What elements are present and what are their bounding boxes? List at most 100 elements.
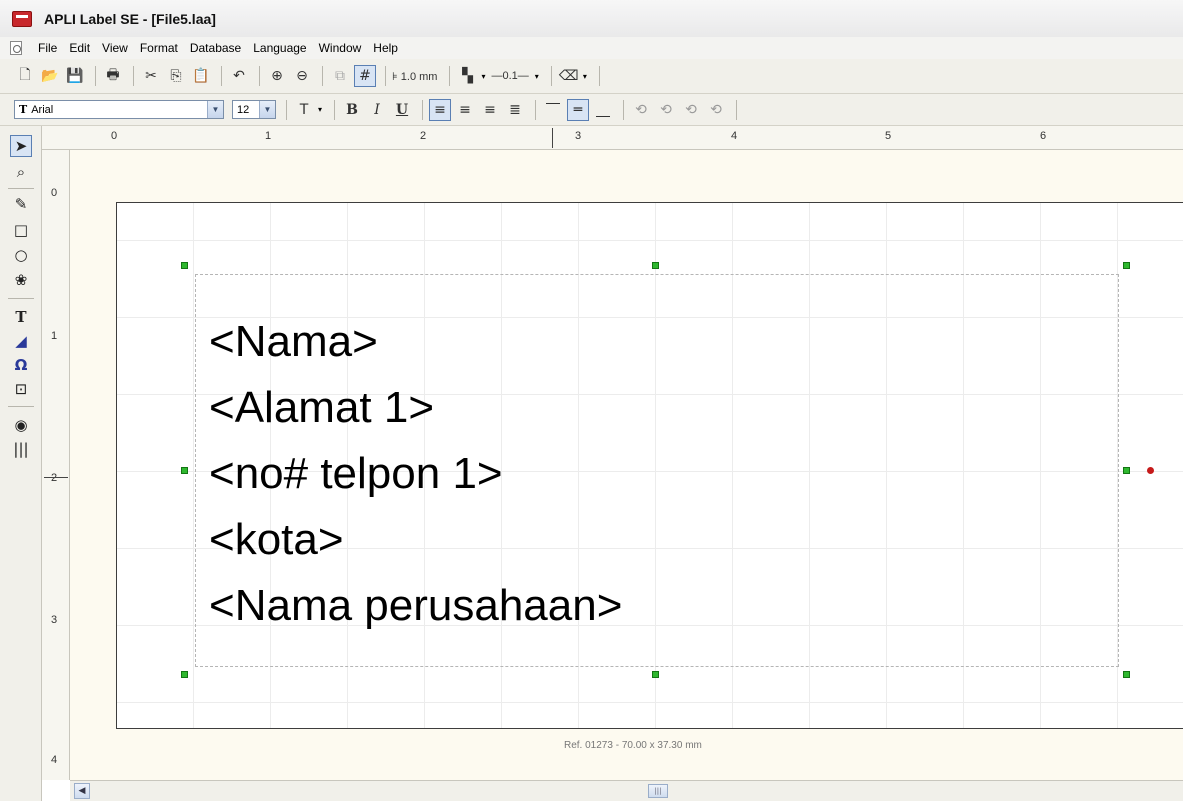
- italic-button[interactable]: I: [366, 99, 388, 121]
- design-workspace[interactable]: <Nama> <Alamat 1> <no# telpon 1> <kota> …: [70, 150, 1183, 780]
- field-perusahaan[interactable]: <Nama perusahaan>: [209, 573, 622, 639]
- vertical-text-icon[interactable]: ◢: [10, 330, 32, 352]
- rotate-180-icon[interactable]: ⟲: [680, 99, 702, 121]
- image-icon[interactable]: ❀: [10, 269, 32, 291]
- ruler-h-4: 4: [731, 130, 738, 142]
- ruler-v-3: 3: [51, 614, 58, 626]
- valign-top-icon[interactable]: ⎺: [542, 99, 564, 121]
- format-toolbar: T Arial ▼ 12 ▼ T ▾ B I U ≡ ≡ ≡ ≣ ⎺ ═ ⎽ ⟲…: [0, 94, 1183, 126]
- menu-window[interactable]: Window: [313, 41, 368, 55]
- align-justify-icon[interactable]: ≣: [504, 99, 526, 121]
- scroll-left-icon[interactable]: ◀: [74, 783, 90, 799]
- tool-palette: ➤ ⌕ ✎ □ ○ ❀ T ◢ Ω ⊡ ◉ |||: [0, 126, 42, 801]
- menu-database[interactable]: Database: [184, 41, 247, 55]
- paste-icon[interactable]: 📋: [190, 65, 212, 87]
- open-folder-icon[interactable]: 📂: [39, 65, 61, 87]
- undo-icon[interactable]: ↶: [228, 65, 250, 87]
- ellipse-icon[interactable]: ○: [10, 244, 32, 266]
- resize-handle-right[interactable]: [1123, 467, 1130, 474]
- app-logo-icon: [12, 10, 32, 27]
- rotate-90-icon[interactable]: ⟲: [655, 99, 677, 121]
- menu-help[interactable]: Help: [367, 41, 404, 55]
- print-icon[interactable]: 🖶: [102, 65, 124, 87]
- resize-handle-top[interactable]: [652, 262, 659, 269]
- new-file-icon[interactable]: 🗋: [14, 65, 36, 87]
- text-color-dropdown-icon[interactable]: ▾: [318, 105, 322, 114]
- menu-view[interactable]: View: [96, 41, 134, 55]
- line-width-dropdown-icon[interactable]: ▾: [535, 72, 539, 81]
- ruler-h-3: 3: [575, 130, 582, 142]
- cut-icon[interactable]: ✂: [140, 65, 162, 87]
- barcode-icon[interactable]: |||: [10, 438, 32, 460]
- ruler-v-4: 4: [51, 754, 58, 766]
- ruler-v-0: 0: [51, 187, 58, 199]
- resize-handle-bottom-left[interactable]: [181, 671, 188, 678]
- zoom-in-icon[interactable]: ⊕: [266, 65, 288, 87]
- zoom-out-icon[interactable]: ⊖: [291, 65, 313, 87]
- ruler-v-2: 2: [51, 472, 58, 484]
- field-alamat[interactable]: <Alamat 1>: [209, 375, 622, 441]
- label-canvas[interactable]: <Nama> <Alamat 1> <no# telpon 1> <kota> …: [116, 202, 1183, 729]
- text-icon[interactable]: T: [10, 306, 32, 328]
- title-bar: APLI Label SE - [File5.laa]: [0, 0, 1183, 37]
- rectangle-icon[interactable]: □: [10, 219, 32, 241]
- align-left-icon[interactable]: ≡: [429, 98, 452, 121]
- font-size-value: 12: [237, 103, 250, 116]
- menu-format[interactable]: Format: [134, 41, 184, 55]
- label-text-block[interactable]: <Nama> <Alamat 1> <no# telpon 1> <kota> …: [209, 309, 622, 639]
- resize-handle-top-left[interactable]: [181, 262, 188, 269]
- snap-icon[interactable]: ⧉: [329, 65, 351, 87]
- ruler-h-5: 5: [885, 130, 892, 142]
- ruler-v-1: 1: [51, 330, 58, 342]
- grid-icon[interactable]: #: [354, 65, 376, 87]
- scroll-thumb[interactable]: |||: [648, 784, 668, 798]
- resize-handle-bottom[interactable]: [652, 671, 659, 678]
- save-icon[interactable]: 💾: [64, 65, 86, 87]
- horizontal-scrollbar[interactable]: ◀ |||: [70, 780, 1183, 801]
- line-color-icon[interactable]: ▚: [456, 65, 478, 87]
- font-type-icon: T: [19, 103, 28, 116]
- ruler-h-2: 2: [420, 130, 427, 142]
- rotate-270-icon[interactable]: ⟲: [705, 99, 727, 121]
- bold-button[interactable]: B: [341, 99, 363, 121]
- ruler-h-1: 1: [265, 130, 272, 142]
- chevron-down-icon[interactable]: ▼: [259, 101, 275, 118]
- fill-dropdown-icon[interactable]: ▾: [583, 72, 587, 81]
- font-name-value: Arial: [31, 103, 54, 116]
- menu-file[interactable]: File: [32, 41, 63, 55]
- resize-handle-top-right[interactable]: [1123, 262, 1130, 269]
- line-width-value[interactable]: —0.1—: [492, 70, 529, 82]
- valign-bottom-icon[interactable]: ⎽: [592, 99, 614, 121]
- resize-handle-bottom-right[interactable]: [1123, 671, 1130, 678]
- preview-icon[interactable]: ◉: [10, 414, 32, 436]
- standard-toolbar: 🗋 📂 💾 🖶 ✂ ⎘ 📋 ↶ ⊕ ⊖ ⧉ # ⊧ 1.0 mm ▚ ▾ —0.…: [0, 59, 1183, 94]
- chevron-down-icon[interactable]: ▼: [207, 101, 223, 118]
- ruler-h-6: 6: [1040, 130, 1047, 142]
- underline-button[interactable]: U: [391, 99, 413, 121]
- label-reference: Ref. 01273 - 70.00 x 37.30 mm: [564, 740, 702, 751]
- menu-edit[interactable]: Edit: [63, 41, 96, 55]
- field-icon[interactable]: ⊡: [10, 378, 32, 400]
- text-color-icon[interactable]: T: [293, 99, 315, 121]
- rotate-0-icon[interactable]: ⟲: [630, 99, 652, 121]
- zoom-tool-icon[interactable]: ⌕: [10, 161, 32, 183]
- fill-bucket-icon[interactable]: ⌫: [558, 65, 580, 87]
- document-icon[interactable]: [10, 41, 22, 55]
- symbol-icon[interactable]: Ω: [10, 354, 32, 376]
- field-nama[interactable]: <Nama>: [209, 309, 622, 375]
- font-name-select[interactable]: T Arial ▼: [14, 100, 224, 119]
- copy-icon[interactable]: ⎘: [165, 65, 187, 87]
- field-telpon[interactable]: <no# telpon 1>: [209, 441, 622, 507]
- resize-handle-left[interactable]: [181, 467, 188, 474]
- font-size-select[interactable]: 12 ▼: [232, 100, 276, 119]
- align-center-icon[interactable]: ≡: [454, 99, 476, 121]
- rotate-handle[interactable]: [1147, 467, 1154, 474]
- valign-middle-icon[interactable]: ═: [567, 98, 590, 121]
- menu-language[interactable]: Language: [247, 41, 312, 55]
- line-color-dropdown-icon[interactable]: ▾: [481, 72, 485, 81]
- field-kota[interactable]: <kota>: [209, 507, 622, 573]
- align-right-icon[interactable]: ≡: [479, 99, 501, 121]
- grid-size-value[interactable]: ⊧ 1.0 mm: [392, 70, 437, 83]
- pencil-icon[interactable]: ✎: [10, 193, 32, 215]
- pointer-icon[interactable]: ➤: [10, 135, 32, 157]
